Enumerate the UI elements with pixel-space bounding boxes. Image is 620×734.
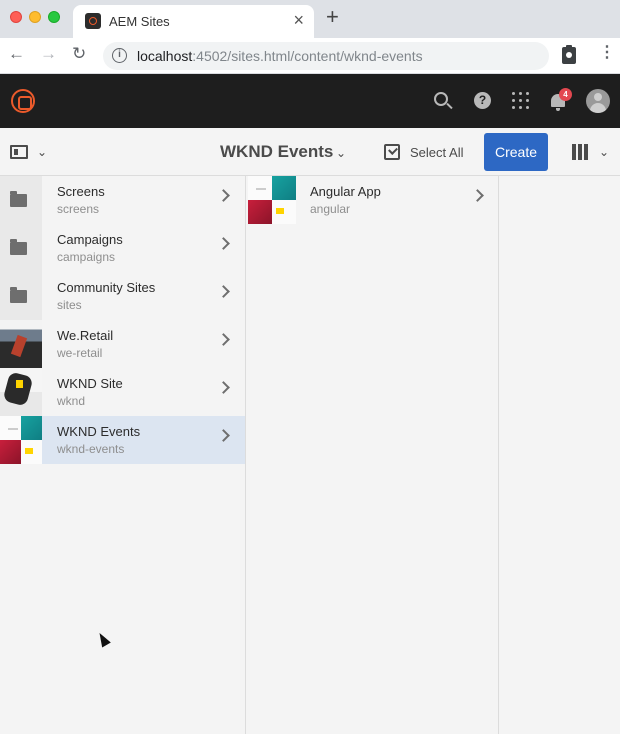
list-item[interactable]: We.Retail we-retail [0, 320, 245, 368]
item-title: Community Sites [57, 280, 156, 295]
column-view-icon[interactable] [572, 144, 588, 160]
thumbnail [0, 224, 42, 272]
thumbnail [0, 272, 42, 320]
url-input[interactable]: i localhost:4502/sites.html/content/wknd… [103, 42, 549, 70]
item-subtitle: angular [310, 202, 351, 216]
list-item[interactable]: Screens screens [0, 176, 245, 224]
extension-clipboard-icon[interactable] [562, 45, 576, 64]
user-avatar[interactable] [586, 89, 610, 113]
help-icon[interactable]: ? [474, 92, 491, 109]
reload-button[interactable]: ↻ [72, 45, 86, 62]
item-subtitle: screens [57, 202, 100, 216]
item-subtitle: sites [57, 298, 82, 312]
item-title: WKND Events [57, 424, 141, 439]
close-window-button[interactable] [10, 11, 22, 23]
tab-title: AEM Sites [109, 14, 170, 29]
select-all-icon[interactable] [384, 144, 400, 160]
url-host: localhost [137, 48, 193, 64]
rail-toggle-icon[interactable] [10, 145, 28, 159]
solutions-grid-icon[interactable] [512, 92, 529, 109]
notifications-badge: 4 [559, 88, 572, 101]
address-bar: ← → ↻ i localhost:4502/sites.html/conten… [0, 38, 620, 74]
browser-tab[interactable]: AEM Sites × [73, 5, 314, 38]
forward-button[interactable]: → [40, 45, 57, 62]
chevron-right-icon[interactable] [217, 237, 230, 250]
wknd-events-thumbnail [0, 416, 42, 464]
back-button[interactable]: ← [8, 45, 25, 62]
list-item[interactable]: Campaigns campaigns [0, 224, 245, 272]
chevron-right-icon[interactable] [471, 189, 484, 202]
folder-icon [10, 191, 27, 207]
browser-tab-bar: AEM Sites × + [0, 0, 620, 38]
sites-column: Screens screens Campaigns campaigns Comm… [0, 176, 246, 734]
aem-shell-header: ? 4 [0, 74, 620, 128]
chevron-right-icon[interactable] [217, 333, 230, 346]
chevron-right-icon[interactable] [217, 381, 230, 394]
item-title: Screens [57, 184, 105, 199]
tab-close-icon[interactable]: × [293, 11, 304, 29]
item-title: We.Retail [57, 328, 114, 343]
wknd-thumbnail [0, 368, 42, 416]
folder-icon [10, 239, 27, 255]
thumbnail [0, 176, 42, 224]
list-item[interactable]: WKND Site wknd [0, 368, 245, 416]
chevron-right-icon[interactable] [217, 285, 230, 298]
list-item[interactable]: Community Sites sites [0, 272, 245, 320]
aem-favicon-icon [85, 13, 101, 29]
item-title: WKND Site [57, 376, 123, 391]
adobe-experience-manager-logo-icon[interactable] [11, 89, 35, 113]
list-item-selected[interactable]: WKND Events wknd-events [0, 416, 245, 464]
item-subtitle: we-retail [57, 346, 103, 360]
wknd-events-thumbnail [248, 176, 296, 224]
item-title: Campaigns [57, 232, 123, 247]
create-button[interactable]: Create [484, 133, 548, 171]
we-retail-thumbnail [0, 320, 42, 368]
children-column: Angular App angular [247, 176, 499, 734]
folder-icon [10, 287, 27, 303]
list-item[interactable]: Angular App angular [247, 176, 498, 224]
empty-column [500, 176, 620, 734]
url-path: :4502/sites.html/content/wknd-events [192, 48, 423, 64]
item-subtitle: campaigns [57, 250, 116, 264]
chevron-down-icon[interactable]: ⌄ [37, 146, 47, 158]
chevron-right-icon[interactable] [217, 189, 230, 202]
page-title[interactable]: WKND Events [220, 142, 333, 162]
search-icon[interactable] [434, 92, 448, 106]
chevron-right-icon[interactable] [217, 429, 230, 442]
info-icon[interactable]: i [112, 48, 127, 63]
action-bar: ⌄ WKND Events ⌄ Select All Create ⌄ [0, 128, 620, 176]
browser-menu-icon[interactable]: ⋮ [599, 45, 615, 61]
item-title: Angular App [310, 184, 381, 199]
maximize-window-button[interactable] [48, 11, 60, 23]
chevron-down-icon[interactable]: ⌄ [336, 147, 346, 159]
new-tab-button[interactable]: + [326, 6, 339, 28]
select-all-button[interactable]: Select All [410, 145, 463, 160]
minimize-window-button[interactable] [29, 11, 41, 23]
item-subtitle: wknd-events [57, 442, 125, 456]
url-text: localhost:4502/sites.html/content/wknd-e… [137, 48, 423, 64]
chevron-down-icon[interactable]: ⌄ [599, 146, 609, 158]
item-subtitle: wknd [57, 394, 86, 408]
